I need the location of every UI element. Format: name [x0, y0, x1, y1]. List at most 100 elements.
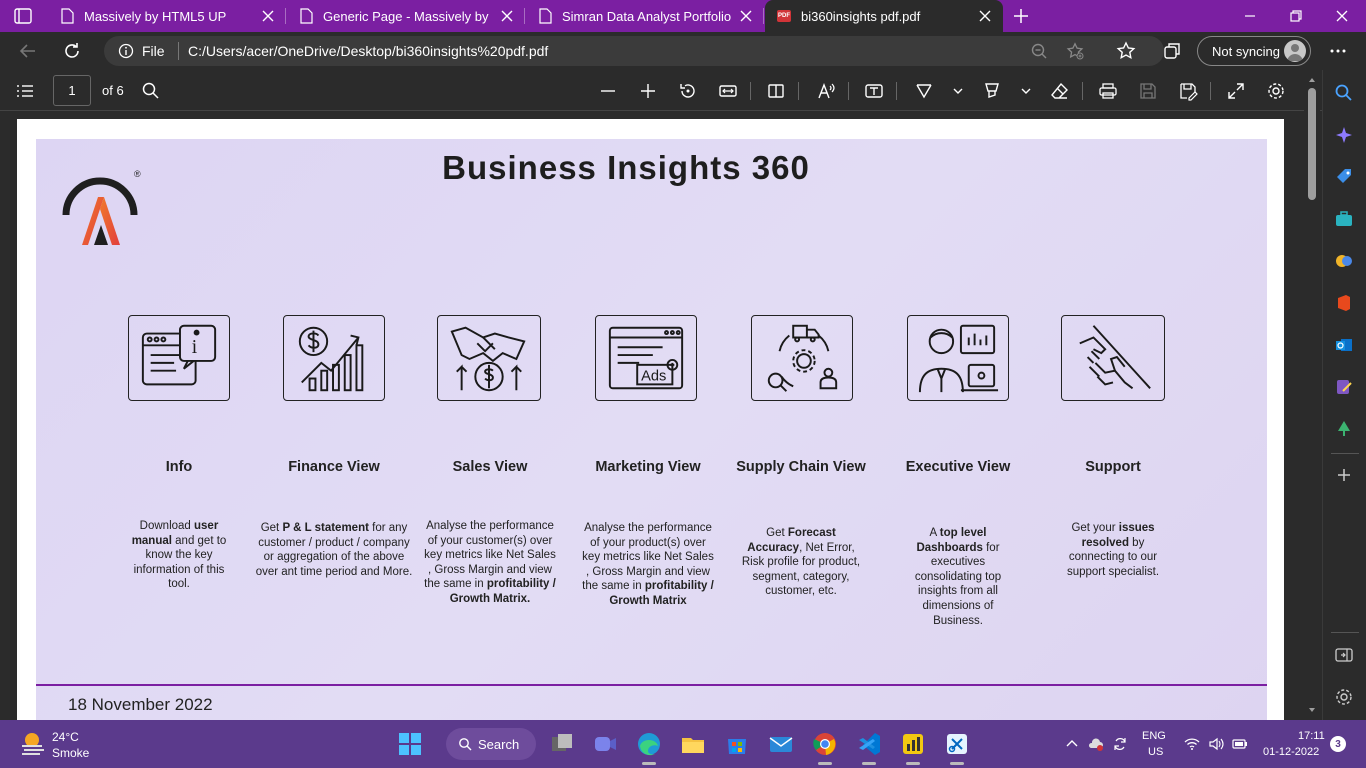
pdf-icon: PDF — [777, 10, 791, 22]
taskbar-search[interactable]: Search — [446, 728, 536, 760]
tools-briefcase-icon[interactable] — [1334, 209, 1354, 229]
back-icon[interactable] — [18, 41, 38, 61]
mail-icon[interactable] — [767, 730, 795, 758]
battery-icon[interactable] — [1232, 736, 1248, 752]
teams-chat-icon[interactable] — [591, 730, 619, 758]
vscode-icon[interactable] — [855, 730, 883, 758]
wifi-icon[interactable] — [1184, 736, 1200, 752]
tab-generic-page[interactable]: Generic Page - Massively by HTM — [287, 0, 525, 32]
info-icon[interactable] — [118, 43, 134, 59]
restore-icon[interactable] — [1286, 6, 1306, 26]
collections-icon[interactable] — [1162, 41, 1182, 61]
profile-sync-button[interactable]: Not syncing — [1197, 36, 1311, 66]
save-icon[interactable] — [1138, 81, 1158, 101]
clock-time[interactable]: 17:11 — [1298, 730, 1325, 742]
zoom-out-icon[interactable] — [1030, 42, 1048, 60]
more-options-icon[interactable] — [1328, 41, 1348, 61]
table-of-contents-icon[interactable] — [15, 81, 35, 101]
sync-icon[interactable] — [1112, 736, 1128, 752]
notification-badge[interactable]: 3 — [1330, 736, 1346, 752]
language-indicator[interactable]: ENG — [1142, 730, 1166, 742]
fit-to-width-icon[interactable] — [718, 81, 738, 101]
pdf-viewport[interactable]: Business Insights 360 ® i Ads Info Finan… — [0, 111, 1322, 720]
add-icon[interactable] — [1334, 465, 1354, 485]
card-title-executive: Executive View — [905, 459, 1011, 475]
tab-massively[interactable]: Massively by HTML5 UP — [48, 0, 286, 32]
read-aloud-icon[interactable] — [816, 81, 836, 101]
url-text[interactable]: C:/Users/acer/OneDrive/Desktop/bi360insi… — [188, 43, 548, 59]
refresh-icon[interactable] — [62, 41, 82, 61]
file-explorer-icon[interactable] — [679, 730, 707, 758]
close-tab-icon[interactable] — [260, 8, 276, 24]
card-desc-info: Download user manual and get to know the… — [130, 519, 228, 592]
address-bar[interactable]: File C:/Users/acer/OneDrive/Desktop/bi36… — [104, 36, 1164, 66]
edge-browser-icon[interactable] — [635, 730, 663, 758]
footer-date: 18 November 2022 — [68, 695, 213, 714]
card-title-sales: Sales View — [452, 459, 528, 475]
office-icon[interactable] — [1334, 293, 1354, 313]
volume-icon[interactable] — [1208, 736, 1224, 752]
scroll-down-icon[interactable] — [1308, 706, 1316, 714]
discover-icon[interactable] — [1334, 125, 1354, 145]
tree-icon[interactable] — [1334, 419, 1354, 439]
document-icon — [300, 8, 313, 24]
settings-gear-icon[interactable] — [1334, 687, 1354, 707]
add-text-icon[interactable] — [864, 81, 884, 101]
save-as-icon[interactable] — [1178, 81, 1198, 101]
chrome-icon[interactable] — [811, 730, 839, 758]
minimize-icon[interactable] — [1240, 6, 1260, 26]
address-toolbar: File C:/Users/acer/OneDrive/Desktop/bi36… — [0, 32, 1366, 70]
card-title-marketing: Marketing View — [595, 459, 701, 475]
search-icon[interactable] — [1334, 83, 1354, 103]
snipping-tool-icon[interactable] — [943, 730, 971, 758]
active-app-indicator — [642, 762, 656, 765]
weather-haze-icon[interactable] — [20, 730, 46, 756]
add-favorite-icon[interactable] — [1066, 42, 1084, 60]
tab-actions-icon[interactable] — [14, 8, 32, 24]
chevron-up-icon[interactable] — [1064, 736, 1080, 752]
helping-hand-icon — [1061, 315, 1165, 401]
eraser-icon[interactable] — [1050, 81, 1070, 101]
tab-portfolio[interactable]: Simran Data Analyst Portfolio — [526, 0, 764, 32]
slide-content: Business Insights 360 ® i Ads Info Finan… — [36, 139, 1267, 720]
hide-sidebar-icon[interactable] — [1334, 645, 1354, 665]
new-tab-icon[interactable] — [1010, 6, 1032, 26]
close-window-icon[interactable] — [1332, 6, 1352, 26]
keyboard-layout[interactable]: US — [1148, 746, 1163, 758]
cloud-offline-icon[interactable] — [1088, 736, 1104, 752]
highlight-icon[interactable] — [982, 81, 1002, 101]
rotate-icon[interactable] — [678, 81, 698, 101]
zoom-out-icon[interactable] — [598, 81, 618, 101]
print-icon[interactable] — [1098, 81, 1118, 101]
close-tab-icon[interactable] — [738, 8, 754, 24]
page-count: of 6 — [102, 83, 124, 98]
card-desc-executive: A top level Dashboards for executives co… — [908, 526, 1008, 628]
task-view-icon[interactable] — [548, 730, 576, 758]
chevron-down-icon[interactable] — [1016, 81, 1036, 101]
tab-label: Simran Data Analyst Portfolio — [562, 8, 732, 24]
tab-pdf-active[interactable]: PDF bi360insights pdf.pdf — [765, 0, 1003, 32]
draw-icon[interactable] — [914, 81, 934, 101]
games-icon[interactable] — [1334, 251, 1354, 271]
favorites-icon[interactable] — [1116, 41, 1136, 61]
page-number-input[interactable]: 1 — [53, 75, 91, 106]
power-bi-icon[interactable] — [899, 730, 927, 758]
card-desc-marketing: Analyse the performance of your product(… — [580, 521, 716, 609]
microsoft-store-icon[interactable] — [723, 730, 751, 758]
close-tab-icon[interactable] — [977, 8, 993, 24]
outlook-icon[interactable] — [1334, 335, 1354, 355]
full-screen-icon[interactable] — [1226, 81, 1246, 101]
close-tab-icon[interactable] — [499, 8, 515, 24]
shopping-tag-icon[interactable] — [1334, 167, 1354, 187]
scroll-up-icon[interactable] — [1308, 76, 1316, 84]
clock-date[interactable]: 01-12-2022 — [1263, 746, 1319, 758]
settings-gear-icon[interactable] — [1266, 81, 1286, 101]
designer-icon[interactable] — [1334, 377, 1354, 397]
search-icon[interactable] — [141, 81, 161, 101]
vertical-scrollbar[interactable] — [1304, 70, 1320, 720]
page-view-icon[interactable] — [766, 81, 786, 101]
windows-start-icon[interactable] — [396, 730, 424, 758]
zoom-in-icon[interactable] — [638, 81, 658, 101]
chevron-down-icon[interactable] — [948, 81, 968, 101]
scrollbar-thumb[interactable] — [1308, 88, 1316, 200]
